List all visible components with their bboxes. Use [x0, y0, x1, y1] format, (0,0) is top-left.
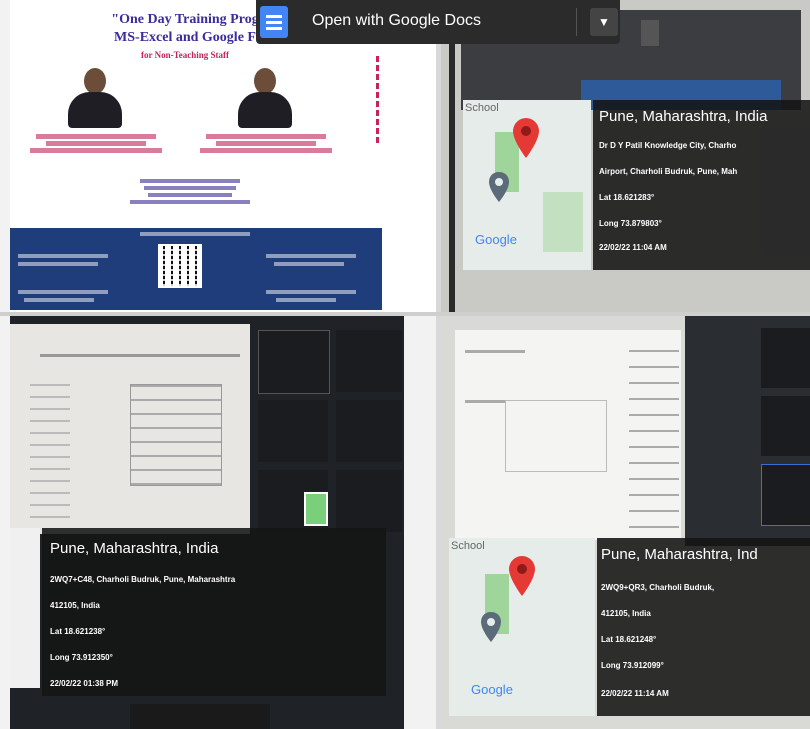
google-logo: Google	[471, 682, 513, 697]
speaker-photo-left	[60, 64, 130, 128]
geotag-address: Dr D Y Patil Knowledge City, Charho	[599, 141, 737, 150]
geotag-address: 2WQ9+QR3, Charholi Budruk,	[601, 583, 715, 592]
vertical-side-text	[376, 56, 379, 146]
participant-thumb-1	[761, 328, 810, 388]
open-with-google-docs-button[interactable]: Open with Google Docs	[312, 12, 481, 30]
geotag-longitude: Long 73.912099°	[601, 661, 664, 670]
open-with-toolbar: Open with Google Docs ▼	[256, 0, 620, 44]
geotag-timestamp: 22/02/22 01:38 PM	[50, 679, 119, 688]
map-school-label: School	[451, 540, 485, 552]
map-thumbnail: School Google	[449, 538, 595, 716]
geotag-place: Pune, Maharashtra, India	[599, 108, 768, 125]
location-pin-icon	[509, 556, 535, 596]
google-docs-icon[interactable]	[260, 6, 288, 38]
grid-divider-horizontal	[0, 312, 810, 316]
green-tile	[304, 492, 328, 526]
geotag-card-top-right: Pune, Maharashtra, India Dr D Y Patil Kn…	[593, 100, 810, 270]
geotag-longitude: Long 73.912350°	[50, 653, 113, 662]
participant-thumb-1	[258, 330, 330, 394]
speaker-caption-right	[196, 132, 336, 155]
geotag-longitude: Long 73.879803°	[599, 219, 662, 228]
spreadsheet-screen	[10, 324, 250, 534]
map-thumbnail: School Google	[463, 100, 591, 270]
geotag-photo-bottom-right: School Google Pune, Maharashtra, Ind 2WQ…	[441, 316, 810, 729]
qr-code	[158, 244, 202, 288]
geotag-photo-bottom-left: Pune, Maharashtra, India 2WQ7+C48, Charh…	[10, 316, 404, 729]
form-screen	[455, 330, 681, 540]
geotag-place: Pune, Maharashtra, Ind	[601, 546, 758, 563]
geotag-card-bottom-left: Pune, Maharashtra, India 2WQ7+C48, Charh…	[42, 528, 386, 696]
participant-thumb-3	[761, 464, 810, 526]
map-school-label: School	[465, 102, 499, 114]
speaker-caption-left	[26, 132, 166, 155]
geotag-address: 2WQ7+C48, Charholi Budruk, Pune, Maharas…	[50, 575, 236, 584]
training-flyer: "One Day Training Prog MS-Excel and Goog…	[10, 0, 436, 312]
geotag-latitude: Lat 18.621238°	[50, 627, 106, 636]
geotag-card-bottom-right: Pune, Maharashtra, Ind 2WQ9+QR3, Charhol…	[597, 538, 810, 716]
geotag-place: Pune, Maharashtra, India	[50, 540, 219, 557]
participant-thumb-3	[258, 400, 328, 462]
toolbar-separator	[576, 8, 577, 36]
participant-thumb-2	[761, 396, 810, 456]
grid-divider-vertical	[436, 0, 441, 729]
geotag-timestamp: 22/02/22 11:14 AM	[601, 689, 669, 698]
geotag-latitude: Lat 18.621248°	[601, 635, 657, 644]
participant-thumb-4	[336, 400, 402, 462]
geotag-address-2: 412105, India	[50, 601, 100, 610]
geotag-address-2: 412105, India	[601, 609, 651, 618]
location-pin-icon	[513, 118, 539, 158]
event-details	[120, 176, 260, 207]
geotag-photo-top-right: School Google Pune, Maharashtra, India D…	[441, 0, 810, 312]
google-logo: Google	[475, 232, 517, 247]
geotag-timestamp: 22/02/22 11:04 AM	[599, 243, 667, 252]
poi-marker-icon	[489, 172, 509, 202]
participant-thumb-6	[336, 470, 402, 532]
poi-marker-icon	[481, 612, 501, 642]
geotag-latitude: Lat 18.621283°	[599, 193, 655, 202]
participant-thumb-2	[336, 330, 402, 392]
flyer-title-line3: for Non-Teaching Staff	[140, 50, 229, 60]
chevron-down-icon[interactable]: ▼	[590, 8, 618, 36]
geotag-address-2: Airport, Charholi Budruk, Pune, Mah	[599, 167, 738, 176]
speaker-photo-right	[230, 64, 300, 128]
